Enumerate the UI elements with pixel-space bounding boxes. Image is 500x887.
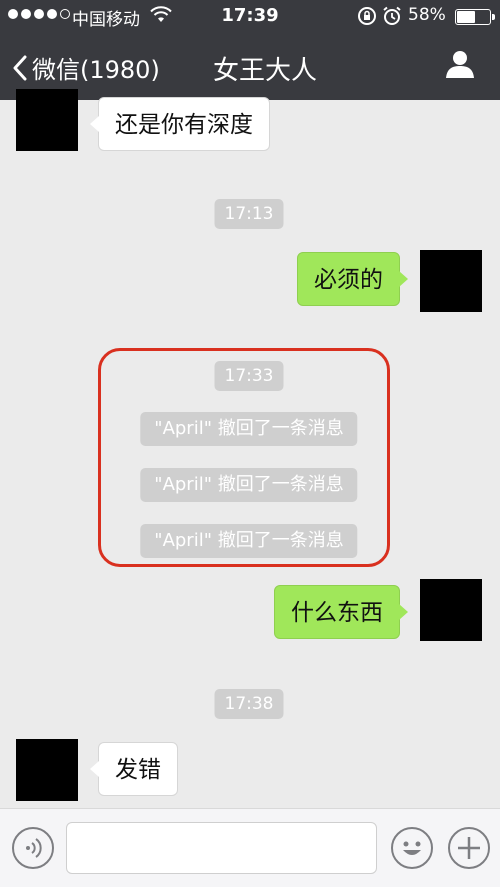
contact-avatar[interactable] (16, 89, 78, 151)
timestamp-label: 17:38 (214, 689, 284, 719)
plus-icon (458, 837, 480, 859)
emoji-button[interactable] (391, 827, 433, 869)
outgoing-message[interactable]: 什么东西 (274, 585, 408, 639)
outgoing-message[interactable]: 必须的 (297, 252, 408, 306)
chat-title: 女王大人 (0, 50, 500, 87)
incoming-message[interactable]: 发错 (90, 742, 178, 796)
recall-notice: "April" 撤回了一条消息 (140, 412, 358, 446)
self-avatar[interactable] (420, 250, 482, 312)
timestamp-label: 17:13 (214, 199, 284, 229)
timestamp-label: 17:33 (214, 361, 284, 391)
emoji-icon (403, 841, 421, 855)
battery-icon (455, 9, 495, 25)
orientation-lock-icon (357, 6, 377, 31)
contact-avatar[interactable] (16, 739, 78, 801)
battery-percentage: 58% (408, 5, 446, 25)
recall-notice: "April" 撤回了一条消息 (140, 524, 358, 558)
self-avatar[interactable] (420, 579, 482, 641)
input-bar (0, 808, 500, 887)
more-options-button[interactable] (448, 827, 490, 869)
voice-input-button[interactable] (12, 827, 54, 869)
chat-title-text: 女王大人 (212, 56, 317, 86)
incoming-message[interactable]: 还是你有深度 (90, 97, 270, 151)
voice-icon (26, 838, 42, 858)
recall-notice: "April" 撤回了一条消息 (140, 468, 358, 502)
profile-icon[interactable] (444, 48, 476, 84)
top-bar: 中国移动 17:39 58% 微信(1980) 女王大人 (0, 0, 500, 100)
battery-fill (457, 11, 475, 23)
status-bar: 中国移动 17:39 58% (0, 0, 500, 32)
message-input[interactable] (66, 822, 377, 874)
alarm-icon (382, 6, 402, 31)
